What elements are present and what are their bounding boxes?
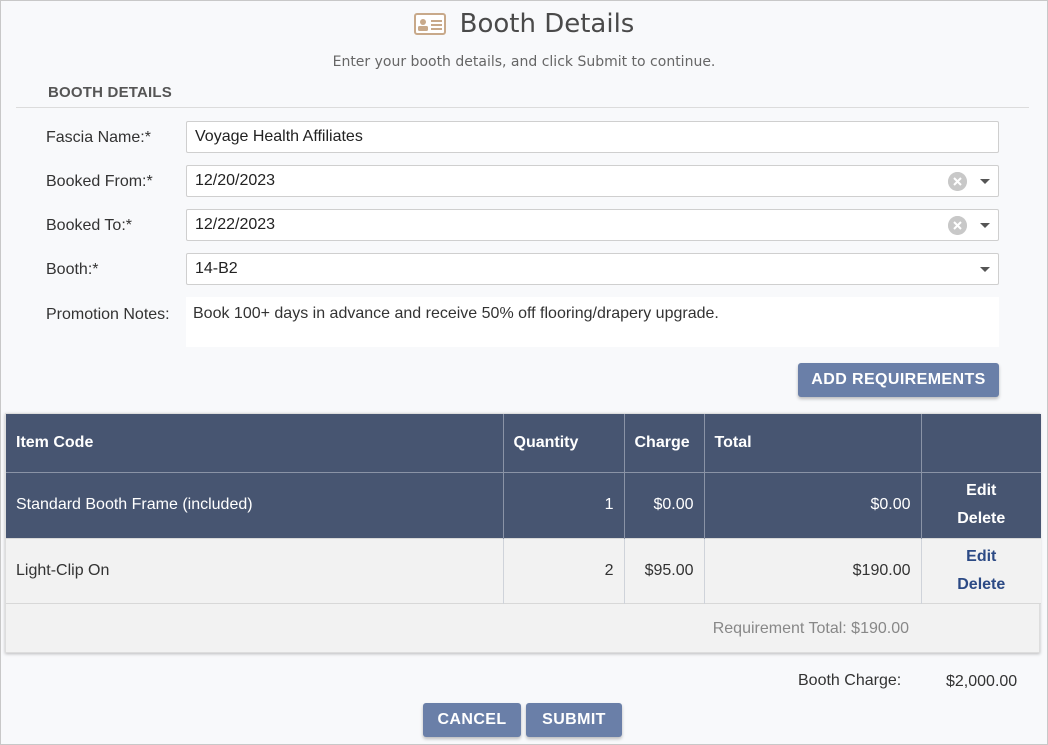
clear-icon[interactable]: [948, 172, 967, 191]
quantity-cell: 2: [503, 538, 625, 603]
promotion-notes-text: Book 100+ days in advance and receive 50…: [186, 297, 999, 347]
total-cell: $190.00: [704, 538, 922, 603]
quantity-cell: 1: [503, 472, 625, 538]
booked-from-label: Booked From:*: [46, 173, 153, 190]
page-header: Booth Details: [0, 6, 1048, 42]
total-cell: $0.00: [704, 472, 922, 538]
item-code-cell: Standard Booth Frame (included): [6, 472, 504, 538]
column-header-item-code: Item Code: [6, 414, 504, 472]
delete-link[interactable]: Delete: [932, 505, 1032, 533]
fascia-name-value: Voyage Health Affiliates: [195, 128, 363, 145]
booked-from-datepicker[interactable]: 12/20/2023: [186, 165, 999, 197]
booked-from-value: 12/20/2023: [195, 172, 276, 189]
actions-cell: Edit Delete: [921, 472, 1041, 538]
id-card-icon: [413, 13, 446, 35]
chevron-down-icon[interactable]: [980, 267, 990, 272]
chevron-down-icon[interactable]: [980, 179, 990, 184]
clear-icon[interactable]: [948, 216, 967, 235]
booth-select[interactable]: 14-B2: [186, 253, 999, 285]
table-row[interactable]: Light-Clip On 2 $95.00 $190.00 Edit Dele…: [6, 538, 1041, 603]
edit-link[interactable]: Edit: [932, 477, 1032, 505]
delete-link[interactable]: Delete: [932, 571, 1032, 599]
requirements-table: Item Code Quantity Charge Total Standard…: [5, 413, 1041, 653]
booked-to-label: Booked To:*: [46, 217, 132, 234]
column-header-charge: Charge: [624, 414, 705, 472]
column-header-quantity: Quantity: [503, 414, 625, 472]
booked-to-datepicker[interactable]: 12/22/2023: [186, 209, 999, 241]
booth-label: Booth:*: [46, 261, 99, 278]
booth-charge-value: $2,000.00: [946, 673, 1018, 690]
booth-value: 14-B2: [195, 260, 238, 277]
item-code-cell: Light-Clip On: [6, 538, 504, 603]
edit-link[interactable]: Edit: [932, 543, 1032, 571]
table-header-row: Item Code Quantity Charge Total: [6, 414, 1041, 472]
charge-cell: $0.00: [624, 472, 705, 538]
column-header-actions: [921, 414, 1041, 472]
column-header-total: Total: [704, 414, 922, 472]
page-subtitle: Enter your booth details, and click Subm…: [332, 54, 716, 70]
fascia-name-input[interactable]: Voyage Health Affiliates: [186, 121, 999, 153]
chevron-down-icon[interactable]: [980, 223, 990, 228]
charge-cell: $95.00: [624, 538, 705, 603]
promotion-notes-label: Promotion Notes:: [46, 306, 170, 323]
table-row[interactable]: Standard Booth Frame (included) 1 $0.00 …: [6, 472, 1041, 538]
actions-cell: Edit Delete: [921, 538, 1041, 603]
section-title: BOOTH DETAILS: [48, 84, 172, 101]
booth-charge-label: Booth Charge:: [798, 672, 902, 689]
cancel-button[interactable]: CANCEL: [423, 703, 521, 737]
requirement-total: Requirement Total: $190.00: [712, 620, 909, 637]
section-divider: [16, 107, 1029, 108]
submit-button[interactable]: SUBMIT: [526, 703, 622, 737]
add-requirements-button[interactable]: ADD REQUIREMENTS: [798, 363, 999, 397]
fascia-name-label: Fascia Name:*: [46, 129, 151, 146]
booked-to-value: 12/22/2023: [195, 216, 276, 233]
page-title: Booth Details: [459, 9, 635, 39]
